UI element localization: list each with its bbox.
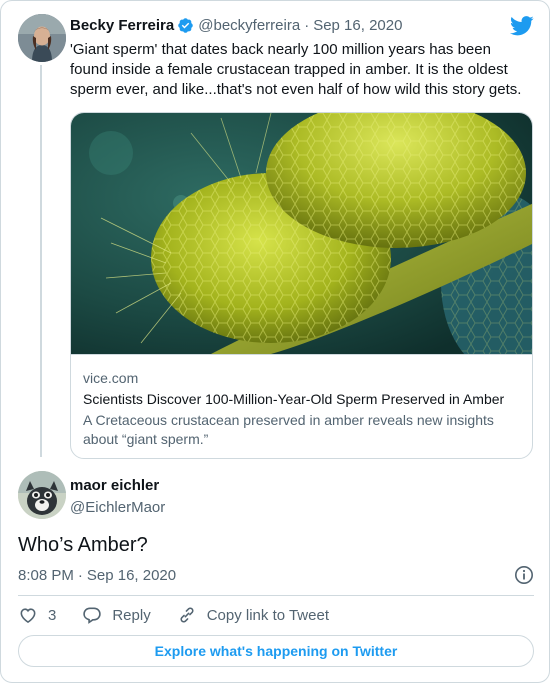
author-name[interactable]: Becky Ferreira [70,17,174,34]
twitter-bird-icon[interactable] [509,16,534,36]
author-handle[interactable]: @beckyferreira [198,17,300,34]
explore-twitter-button[interactable]: Explore what's happening on Twitter [18,635,534,667]
divider [18,595,534,596]
tweet-embed-card: Becky Ferreira @beckyferreira · Sep 16, … [0,0,550,683]
thread-connector-line [40,65,42,457]
reply-time[interactable]: 8:08 PM [18,567,74,584]
link-preview-image[interactable] [71,113,532,373]
link-preview-meta[interactable]: vice.com Scientists Discover 100-Million… [71,354,532,458]
link-domain: vice.com [83,370,139,386]
link-title: Scientists Discover 100-Million-Year-Old… [83,391,505,407]
separator-dot: · [304,17,310,34]
copy-link-button[interactable]: Copy link to Tweet [177,605,329,625]
reply-text: Who’s Amber? [18,534,148,556]
action-bar: 3 Reply Copy link to Tweet [18,604,355,626]
like-button[interactable]: 3 [18,605,56,625]
reply-timestamp-row: 8:08 PM · Sep 16, 2020 [18,564,534,586]
reply-author-handle[interactable]: @EichlerMaor [70,498,165,518]
reply-bubble-icon [83,607,102,624]
copy-link-label: Copy link to Tweet [206,606,329,624]
tweet-header: Becky Ferreira @beckyferreira · Sep 16, … [70,17,402,34]
avatar-maor-eichler[interactable] [18,471,66,519]
reply-header: maor eichler @EichlerMaor [70,476,165,518]
reply-author-name[interactable]: maor eichler [70,476,165,496]
info-icon[interactable] [514,565,534,585]
avatar-becky-ferreira[interactable] [18,14,66,62]
tweet-date[interactable]: Sep 16, 2020 [313,17,402,34]
link-description: A Cretaceous crustacean preserved in amb… [83,412,494,447]
like-count: 3 [48,606,57,624]
reply-button[interactable]: Reply [82,605,151,625]
reply-label: Reply [112,606,151,624]
verified-badge-icon [177,17,194,34]
tweet-text: 'Giant sperm' that dates back nearly 100… [70,41,522,98]
link-icon [180,607,194,623]
reply-date[interactable]: Sep 16, 2020 [87,567,176,584]
link-preview-card[interactable]: vice.com Scientists Discover 100-Million… [70,112,533,459]
separator-dot: · [77,566,83,584]
heart-icon [20,608,36,624]
